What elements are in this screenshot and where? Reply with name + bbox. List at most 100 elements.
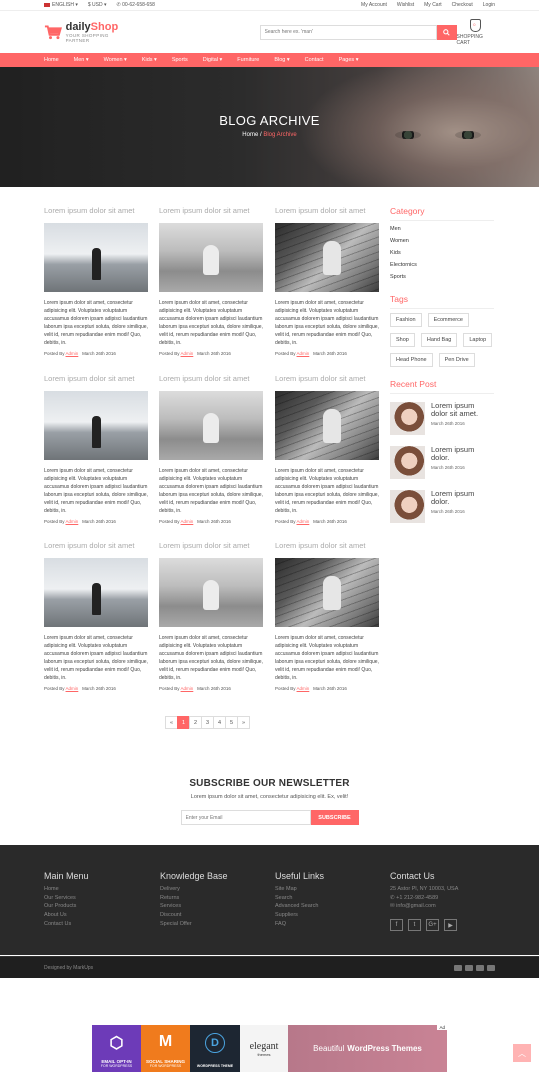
post-title[interactable]: Lorem ipsum dolor sit amet <box>44 541 148 553</box>
recent-post-title[interactable]: Lorem ipsum dolor. <box>431 446 486 462</box>
breadcrumb-home[interactable]: Home <box>242 132 258 138</box>
post-author-link[interactable]: Admin <box>66 351 79 356</box>
post-author-link[interactable]: Admin <box>297 686 310 691</box>
search-input[interactable] <box>259 24 437 40</box>
ad-tagline[interactable]: Beautiful WordPress Themes <box>288 1025 447 1072</box>
recent-post-thumbnail[interactable] <box>390 402 425 435</box>
twitter-icon[interactable]: t <box>408 919 421 932</box>
recent-post-item[interactable]: Lorem ipsum dolor. March 26th 2016 <box>390 490 494 534</box>
ad-tile-social-sharing[interactable]: M SOCIAL SHARING FOR WORDPRESS <box>141 1025 190 1072</box>
nav-furniture[interactable]: Furniture <box>237 57 259 63</box>
tag-head-phone[interactable]: Head Phone <box>390 353 433 367</box>
recent-post-title[interactable]: Lorem ipsum dolor sit amet. <box>431 402 486 418</box>
nav-pages[interactable]: Pages ▾ <box>339 57 359 63</box>
footer-link-delivery[interactable]: Delivery <box>160 886 270 895</box>
scroll-to-top-button[interactable]: ︿ <box>513 1044 531 1062</box>
post-title[interactable]: Lorem ipsum dolor sit amet <box>159 374 263 386</box>
footer-link-home[interactable]: Home <box>44 886 154 895</box>
footer-link-our-services[interactable]: Our Services <box>44 895 154 904</box>
footer-link-suppliers[interactable]: Suppliers <box>275 912 385 921</box>
footer-link-returns[interactable]: Returns <box>160 895 270 904</box>
post-author-link[interactable]: Admin <box>181 351 194 356</box>
recent-post-thumbnail[interactable] <box>390 490 425 523</box>
recent-post-title[interactable]: Lorem ipsum dolor. <box>431 490 486 506</box>
footer-link-services[interactable]: Services <box>160 903 270 912</box>
pagination-next[interactable]: » <box>237 716 250 729</box>
post-thumbnail[interactable] <box>159 391 263 460</box>
post-thumbnail[interactable] <box>275 223 379 292</box>
google-plus-icon[interactable]: G+ <box>426 919 439 932</box>
post-thumbnail[interactable] <box>275 391 379 460</box>
post-title[interactable]: Lorem ipsum dolor sit amet <box>44 206 148 218</box>
category-item-men[interactable]: Men <box>390 226 494 238</box>
ad-tile-divi-theme[interactable]: D WORDPRESS THEME <box>190 1025 240 1072</box>
tag-shop[interactable]: Shop <box>390 333 415 347</box>
category-item-kids[interactable]: Kids <box>390 250 494 262</box>
post-thumbnail[interactable] <box>44 558 148 627</box>
youtube-icon[interactable]: ▶ <box>444 919 457 932</box>
footer-link-discount[interactable]: Discount <box>160 912 270 921</box>
tag-laptop[interactable]: Laptop <box>463 333 493 347</box>
nav-blog[interactable]: Blog ▾ <box>274 57 289 63</box>
post-thumbnail[interactable] <box>159 223 263 292</box>
shopping-cart[interactable]: 0 SHOPPING CART <box>457 18 496 46</box>
post-thumbnail[interactable] <box>44 223 148 292</box>
footer-link-our-products[interactable]: Our Products <box>44 903 154 912</box>
post-author-link[interactable]: Admin <box>181 686 194 691</box>
footer-email[interactable]: ✉ info@gmail.com <box>390 903 500 912</box>
footer-link-contact-us[interactable]: Contact Us <box>44 921 154 930</box>
recent-post-thumbnail[interactable] <box>390 446 425 479</box>
nav-contact[interactable]: Contact <box>305 57 324 63</box>
nav-sports[interactable]: Sports <box>172 57 188 63</box>
post-author-link[interactable]: Admin <box>297 519 310 524</box>
currency-select[interactable]: $ USD ▾ <box>88 2 107 8</box>
nav-digital[interactable]: Digital ▾ <box>203 57 223 63</box>
post-author-link[interactable]: Admin <box>181 519 194 524</box>
post-title[interactable]: Lorem ipsum dolor sit amet <box>275 541 379 553</box>
nav-home[interactable]: Home <box>44 57 59 63</box>
wishlist-link[interactable]: Wishlist <box>397 2 414 8</box>
ad-tile-email-optin[interactable]: ⬡ EMAIL OPT-IN FOR WORDPRESS <box>92 1025 141 1072</box>
ad-tile-elegant-themes[interactable]: elegant themes <box>240 1025 288 1072</box>
post-thumbnail[interactable] <box>159 558 263 627</box>
footer-link-advanced-search[interactable]: Advanced Search <box>275 903 385 912</box>
post-author-link[interactable]: Admin <box>297 351 310 356</box>
nav-women[interactable]: Women ▾ <box>104 57 127 63</box>
footer-link-about-us[interactable]: About Us <box>44 912 154 921</box>
ad-banner[interactable]: ⬡ EMAIL OPT-IN FOR WORDPRESS M SOCIAL SH… <box>92 1025 447 1072</box>
post-title[interactable]: Lorem ipsum dolor sit amet <box>159 206 263 218</box>
login-link[interactable]: Login <box>483 2 495 8</box>
tag-pen-drive[interactable]: Pen Drive <box>438 353 475 367</box>
language-select[interactable]: ENGLISH ▾ <box>44 2 78 8</box>
search-button[interactable] <box>436 24 457 40</box>
footer-link-site-map[interactable]: Site Map <box>275 886 385 895</box>
category-item-women[interactable]: Women <box>390 238 494 250</box>
nav-kids[interactable]: Kids ▾ <box>142 57 157 63</box>
nav-men[interactable]: Men ▾ <box>74 57 89 63</box>
footer-link-search[interactable]: Search <box>275 895 385 904</box>
tag-ecommerce[interactable]: Ecommerce <box>427 313 469 327</box>
post-title[interactable]: Lorem ipsum dolor sit amet <box>44 374 148 386</box>
post-title[interactable]: Lorem ipsum dolor sit amet <box>275 206 379 218</box>
category-item-sports[interactable]: Sports <box>390 274 494 286</box>
post-author-link[interactable]: Admin <box>66 686 79 691</box>
post-author-link[interactable]: Admin <box>66 519 79 524</box>
tag-hand-bag[interactable]: Hand Bag <box>420 333 458 347</box>
post-thumbnail[interactable] <box>275 558 379 627</box>
facebook-icon[interactable]: f <box>390 919 403 932</box>
checkout-link[interactable]: Checkout <box>452 2 473 8</box>
tag-fashion[interactable]: Fashion <box>390 313 422 327</box>
recent-post-item[interactable]: Lorem ipsum dolor. March 26th 2016 <box>390 446 494 490</box>
category-item-electronics[interactable]: Electornics <box>390 262 494 274</box>
newsletter-email-input[interactable] <box>180 810 311 825</box>
my-cart-link[interactable]: My Cart <box>424 2 442 8</box>
my-account-link[interactable]: My Account <box>361 2 387 8</box>
footer-link-special-offer[interactable]: Special Offer <box>160 921 270 930</box>
post-title[interactable]: Lorem ipsum dolor sit amet <box>159 541 263 553</box>
site-logo[interactable]: dailyShop YOUR SHOPPING PARTNER <box>44 21 130 43</box>
recent-post-item[interactable]: Lorem ipsum dolor sit amet. March 26th 2… <box>390 402 494 446</box>
subscribe-button[interactable]: SUBSCRIBE <box>310 810 359 825</box>
post-thumbnail[interactable] <box>44 391 148 460</box>
post-title[interactable]: Lorem ipsum dolor sit amet <box>275 374 379 386</box>
footer-link-faq[interactable]: FAQ <box>275 921 385 930</box>
